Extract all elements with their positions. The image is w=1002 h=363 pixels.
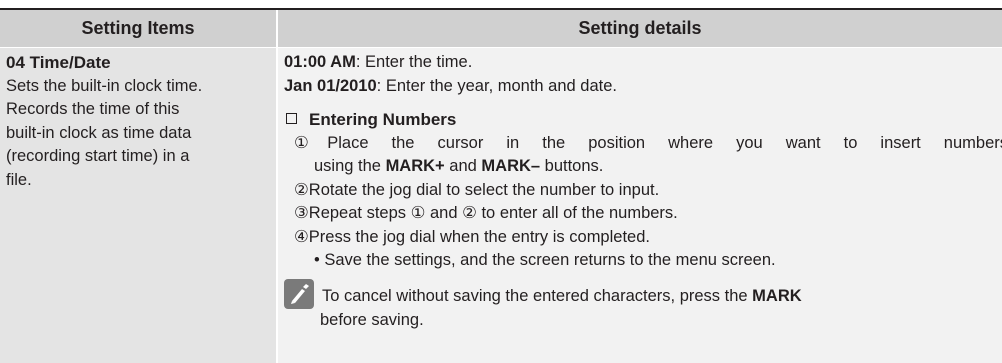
section-title-text: Entering Numbers — [309, 110, 457, 129]
note-row: To cancel without saving the entered cha… — [284, 278, 1002, 309]
mark-minus-label: MARK– — [481, 157, 541, 175]
step-1-text-pre: using the — [314, 157, 386, 175]
time-label: 01:00 AM — [284, 53, 356, 71]
date-label: Jan 01/2010 — [284, 76, 377, 95]
note-text: To cancel without saving the entered cha… — [322, 286, 753, 305]
date-text: : Enter the year, month and date. — [376, 76, 617, 95]
memo-note-icon — [284, 278, 314, 309]
setting-item-description-line: Sets the built-in clock time. — [6, 76, 203, 95]
setting-item-title: 04 Time/Date — [6, 53, 111, 72]
setting-item-cell: 04 Time/Date Sets the built-in clock tim… — [0, 48, 276, 363]
step-2: ②Rotate the jog dial to select the numbe… — [294, 180, 660, 199]
step-3: ③Repeat steps ① and ② to enter all of th… — [294, 204, 678, 222]
note-line-a: To cancel without saving the entered cha… — [322, 279, 802, 309]
section-entering-numbers: Entering Numbers — [284, 108, 1002, 132]
checkbox-square-icon — [286, 113, 297, 124]
note-mark-label: MARK — [752, 286, 802, 305]
column-divider — [276, 10, 278, 363]
step-1-text: ①Place the cursor in the position where … — [294, 133, 1002, 152]
header-setting-details: Setting details — [278, 10, 1002, 47]
setting-item-description-line: Records the time of this — [6, 100, 180, 118]
mark-plus-label: MARK+ — [385, 157, 445, 175]
time-line: 01:00 AM: Enter the time. — [284, 51, 1002, 75]
setting-item-description-line: (recording start time) in a — [6, 147, 190, 165]
step-1-text-mid: and — [444, 157, 482, 175]
setting-details-cell: 01:00 AM: Enter the time. Jan 01/2010: E… — [278, 48, 1002, 363]
step-4: ④Press the jog dial when the entry is co… — [294, 227, 650, 246]
step-1-line-a: ①Place the cursor in the position where … — [284, 132, 1002, 156]
header-setting-items: Setting Items — [0, 10, 276, 47]
setting-item-description-line: file. — [6, 170, 32, 189]
step-1-line-b: using the MARK+ and MARK– buttons. — [284, 155, 1002, 179]
setting-item-description-line: built-in clock as time data — [6, 123, 192, 142]
bullet-save-settings: • Save the settings, and the screen retu… — [314, 251, 776, 269]
date-line: Jan 01/2010: Enter the year, month and d… — [284, 75, 1002, 99]
note-line-b: before saving. — [320, 310, 424, 329]
step-1-text-post: buttons. — [540, 157, 604, 175]
settings-table: Setting Items Setting details 04 Time/Da… — [0, 0, 1002, 363]
time-text: : Enter the time. — [355, 53, 473, 71]
